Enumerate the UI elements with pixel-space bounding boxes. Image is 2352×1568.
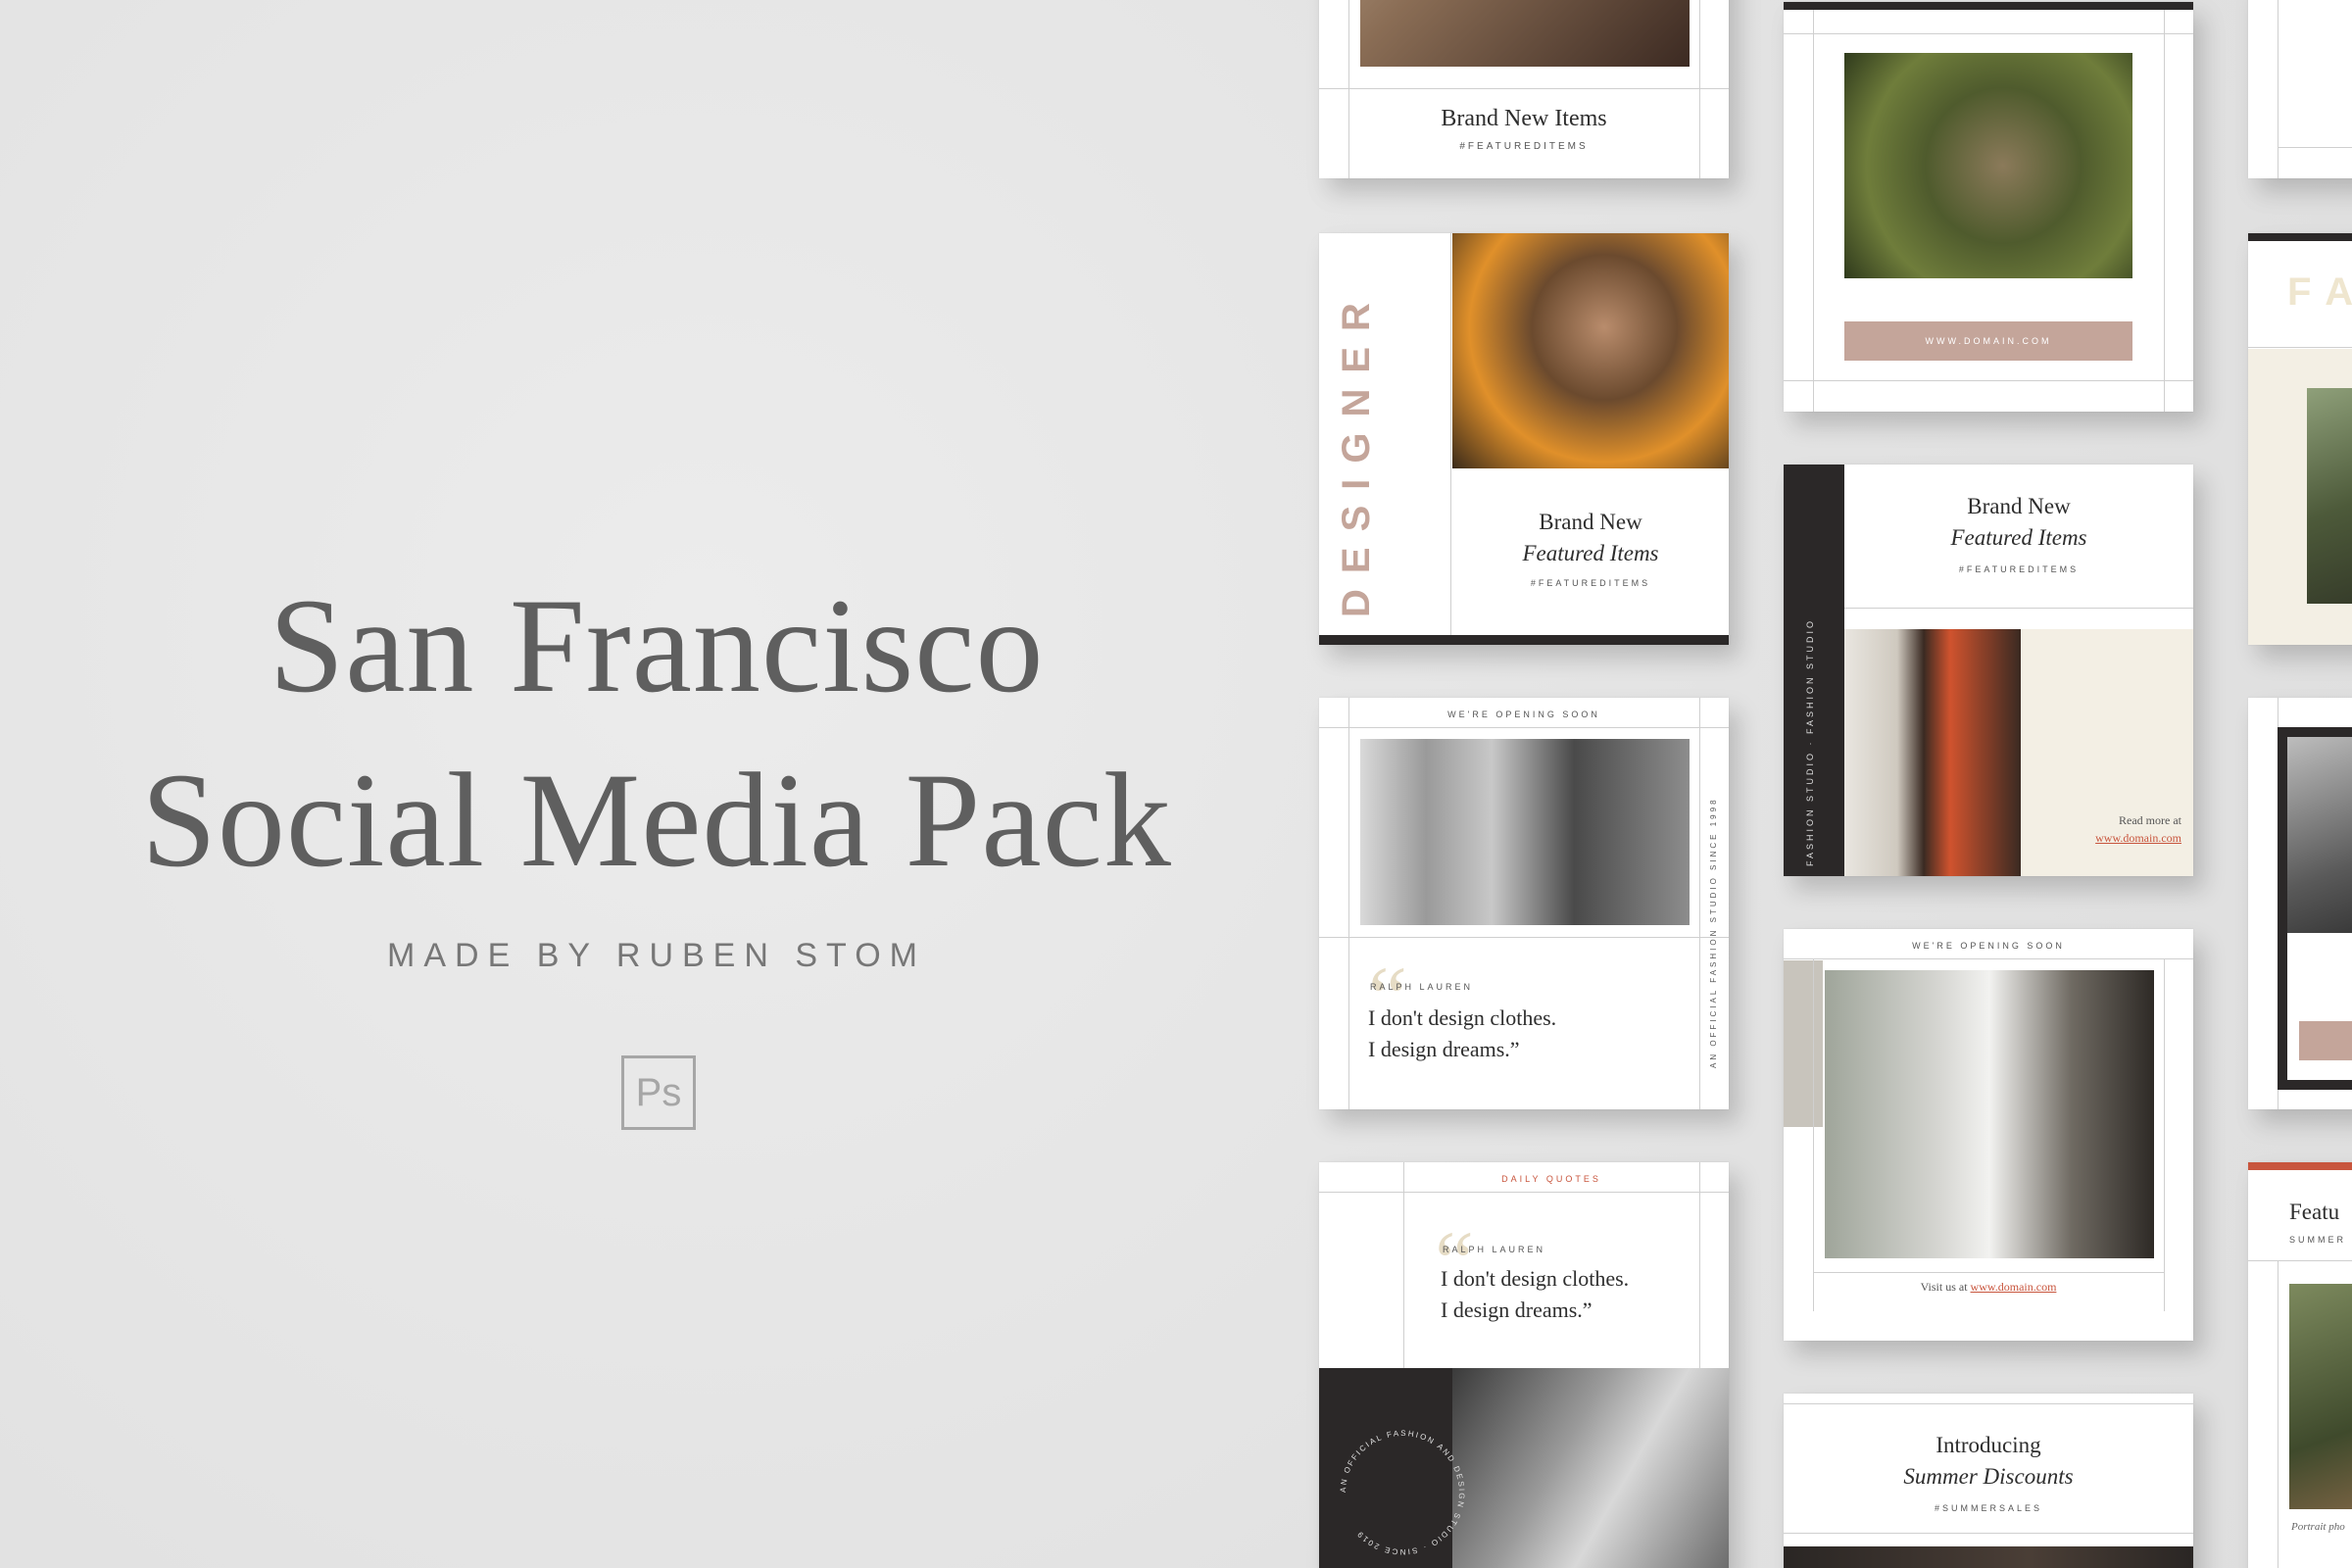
grey-panel <box>1784 960 1823 1127</box>
hero-title-line2: Social Media Pack <box>141 745 1172 895</box>
side-vertical-text: AN OFFICIAL FASHION STUDIO SINCE 1998 <box>1709 797 1718 1068</box>
card-photo <box>2289 1284 2352 1509</box>
card-photo <box>1844 53 2132 278</box>
domain-button[interactable]: WWW.DOMAIN.COM <box>1844 321 2132 361</box>
read-more-text: Read more at <box>2119 813 2181 827</box>
card-designer: DESIGNER Brand New Featured Items #FEATU… <box>1319 233 1729 645</box>
card-top-label: WE'RE OPENING SOON <box>1447 710 1600 719</box>
card-summer-discounts: Introducing Summer Discounts #SUMMERSALE… <box>1784 1394 2193 1568</box>
card-title: Featu <box>2289 1200 2340 1224</box>
card-top-label: DAILY QUOTES <box>1501 1174 1601 1184</box>
circle-text-badge: AN OFFICIAL FASHION AND DESIGN STUDIO · … <box>1339 1429 1466 1556</box>
circle-text: AN OFFICIAL FASHION AND DESIGN STUDIO · … <box>1339 1429 1464 1556</box>
card-top-label: WE'RE OPENING SOON <box>1912 941 2065 951</box>
svg-text:AN OFFICIAL FASHION AND DESIGN: AN OFFICIAL FASHION AND DESIGN STUDIO · … <box>1339 1429 1466 1556</box>
card-photo <box>1452 1368 1729 1568</box>
card-tag: #FEATUREDITEMS <box>1459 141 1589 152</box>
card-title-line2: Featured Items <box>1522 541 1659 565</box>
card-title-line2: Summer Discounts <box>1903 1464 2074 1489</box>
card-title: FA <box>2287 270 2352 314</box>
card-title-line2: Featured Items <box>1950 525 2087 550</box>
card-title: Brand New Items <box>1441 106 1607 131</box>
card-opening-soon-photo: WE'RE OPENING SOON Visit us at www.domai… <box>1784 929 2193 1341</box>
quote-line2: I design dreams.” <box>1368 1037 1520 1061</box>
card-photo <box>1844 629 2021 876</box>
visit-text: Visit us at www.domain.com <box>1784 1280 2193 1295</box>
side-bar-text: FASHION STUDIO · FASHION STUDIO <box>1805 617 1815 866</box>
card-quote-opening-soon: WE'RE OPENING SOON “ RALPH LAUREN I don'… <box>1319 698 1729 1109</box>
card-tag: #FEATUREDITEMS <box>1958 564 2080 574</box>
card-photo <box>1360 739 1690 925</box>
card-photo <box>1452 233 1729 468</box>
card-photo <box>2287 737 2352 933</box>
card-photo <box>1825 970 2154 1258</box>
quote-author: RALPH LAUREN <box>1370 982 1474 992</box>
card-edge-middle <box>2248 698 2352 1109</box>
card-title-line1: Brand New <box>1539 510 1642 534</box>
card-daily-quotes: DAILY QUOTES “ RALPH LAUREN I don't desi… <box>1319 1162 1729 1568</box>
hero-title-line1: San Francisco <box>269 570 1045 720</box>
card-title-line1: Brand New <box>1967 494 2071 518</box>
card-photo <box>1360 0 1690 67</box>
photoshop-icon: Ps <box>621 1055 696 1130</box>
card-photo <box>2307 388 2352 604</box>
vertical-designer-text: DESIGNER <box>1335 287 1378 617</box>
quote-line1: I don't design clothes. <box>1368 1005 1557 1030</box>
hero-subtitle: MADE BY RUBEN STOM <box>387 937 926 974</box>
read-more-link[interactable]: www.domain.com <box>2021 831 2181 846</box>
card-edge-top <box>2248 0 2352 178</box>
card-photo <box>1784 1546 2193 1568</box>
card-domain: WWW.DOMAIN.COM <box>1784 2 2193 412</box>
visit-label: Visit us at <box>1920 1280 1968 1294</box>
card-edge-fa: FA <box>2248 233 2352 645</box>
card-tag: #FEATUREDITEMS <box>1530 578 1651 588</box>
card-title-line1: Introducing <box>1936 1433 2041 1457</box>
visit-link[interactable]: www.domain.com <box>1971 1280 2057 1294</box>
hero: San Francisco Social Media Pack MADE BY … <box>0 0 1313 1568</box>
card-fashion-studio: FASHION STUDIO · FASHION STUDIO Brand Ne… <box>1784 465 2193 876</box>
card-edge-featured: Featu SUMMER Portrait pho <box>2248 1162 2352 1568</box>
card-brand-new-items: Brand New Items #FEATUREDITEMS <box>1319 0 1729 178</box>
quote-author: RALPH LAUREN <box>1443 1245 1546 1254</box>
card-caption: Portrait pho <box>2291 1521 2345 1533</box>
quote-line2: I design dreams.” <box>1441 1298 1592 1322</box>
card-tag: #SUMMERSALES <box>1934 1503 2043 1513</box>
card-tag: SUMMER <box>2289 1235 2346 1245</box>
quote-line1: I don't design clothes. <box>1441 1266 1630 1291</box>
